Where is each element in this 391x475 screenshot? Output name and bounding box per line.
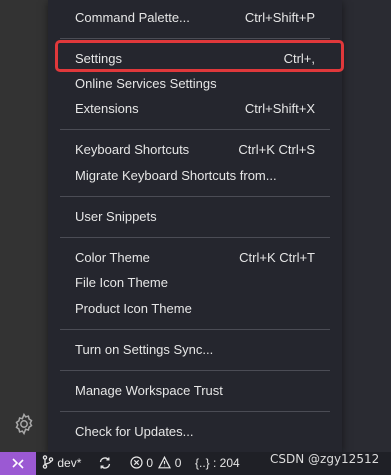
menu-item-file-icon-theme[interactable]: File Icon Theme xyxy=(48,271,342,295)
activity-bar xyxy=(0,0,48,452)
menu-item-label: Command Palette... xyxy=(75,10,190,25)
menu-item-label: Product Icon Theme xyxy=(75,301,192,316)
menu-item-shortcut: Ctrl+Shift+X xyxy=(244,101,315,116)
sync-button[interactable] xyxy=(98,452,112,475)
editor-background xyxy=(342,0,391,452)
menu-separator xyxy=(60,129,330,130)
menu-separator xyxy=(60,237,330,238)
menu-separator xyxy=(60,196,330,197)
menu-item-color-theme[interactable]: Color Theme Ctrl+K Ctrl+T xyxy=(48,246,342,270)
menu-item-migrate-keyboard-shortcuts[interactable]: Migrate Keyboard Shortcuts from... xyxy=(48,164,342,188)
menu-item-keyboard-shortcuts[interactable]: Keyboard Shortcuts Ctrl+K Ctrl+S xyxy=(48,138,342,162)
error-icon xyxy=(130,456,143,469)
menu-separator xyxy=(60,411,330,412)
menu-item-label: Turn on Settings Sync... xyxy=(75,342,214,357)
menu-item-label: Migrate Keyboard Shortcuts from... xyxy=(75,168,277,183)
menu-item-label: Online Services Settings xyxy=(75,76,217,91)
menu-item-product-icon-theme[interactable]: Product Icon Theme xyxy=(48,297,342,321)
menu-item-settings[interactable]: Settings Ctrl+, xyxy=(48,47,342,71)
menu-item-manage-workspace-trust[interactable]: Manage Workspace Trust xyxy=(48,379,342,403)
remote-indicator[interactable] xyxy=(0,452,36,475)
menu-item-shortcut: Ctrl+Shift+P xyxy=(244,10,315,25)
watermark: CSDN @zgy12512 xyxy=(270,452,380,466)
menu-item-check-for-updates[interactable]: Check for Updates... xyxy=(48,420,342,444)
menu-item-label: Manage Workspace Trust xyxy=(75,383,223,398)
menu-item-turn-on-settings-sync[interactable]: Turn on Settings Sync... xyxy=(48,338,342,362)
menu-item-shortcut: Ctrl+K Ctrl+S xyxy=(238,142,315,157)
warning-icon xyxy=(158,455,172,469)
menu-item-label: Settings xyxy=(75,51,122,66)
menu-separator xyxy=(60,370,330,371)
menu-item-label: User Snippets xyxy=(75,209,157,224)
error-count: 0 xyxy=(146,456,154,470)
json-info: {..} : 204 xyxy=(195,456,240,470)
menu-item-label: File Icon Theme xyxy=(75,275,168,290)
menu-item-extensions[interactable]: Extensions Ctrl+Shift+X xyxy=(48,97,342,121)
manage-menu: Command Palette... Ctrl+Shift+P Settings… xyxy=(48,0,342,452)
problems-status[interactable]: 0 0 xyxy=(130,452,181,475)
remote-icon xyxy=(12,458,24,469)
sync-icon xyxy=(99,457,111,469)
menu-item-shortcut: Ctrl+K Ctrl+T xyxy=(239,250,315,265)
menu-item-label: Check for Updates... xyxy=(75,424,194,439)
menu-separator xyxy=(60,38,330,39)
git-branch-status[interactable]: dev* xyxy=(42,452,81,475)
git-branch-label: dev* xyxy=(57,456,82,470)
menu-item-user-snippets[interactable]: User Snippets xyxy=(48,205,342,229)
menu-item-command-palette[interactable]: Command Palette... Ctrl+Shift+P xyxy=(48,6,342,30)
json-status[interactable]: {..} : 204 xyxy=(195,452,240,475)
menu-item-shortcut: Ctrl+, xyxy=(283,51,315,66)
menu-item-label: Color Theme xyxy=(75,250,150,265)
git-branch-icon xyxy=(42,455,54,469)
warning-count: 0 xyxy=(174,456,182,470)
vscode-window: Command Palette... Ctrl+Shift+P Settings… xyxy=(0,0,391,475)
menu-item-label: Keyboard Shortcuts xyxy=(75,142,190,157)
menu-item-online-services-settings[interactable]: Online Services Settings xyxy=(48,72,342,96)
menu-item-label: Extensions xyxy=(75,101,139,116)
gear-icon[interactable] xyxy=(12,412,36,436)
menu-separator xyxy=(60,329,330,330)
